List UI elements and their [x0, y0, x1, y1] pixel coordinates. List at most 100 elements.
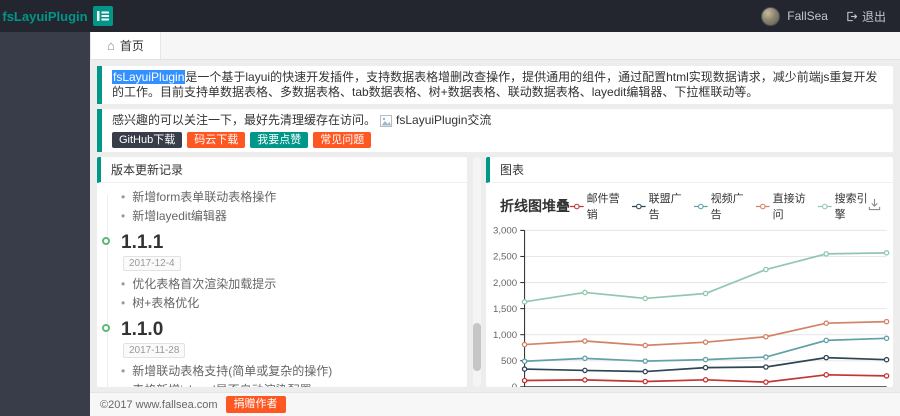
chart-legend: 邮件营销 联盟广告 视频广告 直接访问 搜索引擎	[570, 190, 868, 222]
legend-item[interactable]: 邮件营销	[570, 190, 620, 222]
data-point	[823, 354, 830, 361]
intro-text: 是一个基于layui的快速开发插件，支持数据表格增删改查操作，提供通用的组件，通…	[112, 70, 878, 99]
user-menu[interactable]: FallSea	[761, 6, 828, 26]
logout-button[interactable]: 退出	[846, 8, 886, 25]
scrollbar-track[interactable]	[473, 157, 481, 387]
data-point	[582, 367, 588, 374]
legend-marker-icon	[818, 203, 832, 209]
release-version: 1.1.0	[121, 319, 164, 340]
data-point	[883, 373, 890, 379]
data-point	[582, 377, 588, 383]
scrollbar-thumb[interactable]	[473, 322, 481, 371]
data-point	[763, 354, 769, 360]
release-notes-list: 优化表格首次渲染加载提示树+表格优化	[121, 276, 467, 311]
legend-item[interactable]: 直接访问	[756, 190, 806, 222]
page-content: fsLayuiPlugin是一个基于layui的快速开发插件，支持数据表格增删改…	[90, 60, 900, 392]
data-point	[702, 377, 709, 383]
donate-button[interactable]: 捐赠作者	[225, 396, 286, 413]
quick-button[interactable]: 码云下载	[187, 132, 246, 148]
data-point	[642, 378, 649, 385]
release-section: 1.1.0 2017-11-28 新增联动表格支持(简单或复杂的操作) 表格新增isL…	[102, 319, 467, 387]
legend-label: 搜索引擎	[834, 193, 868, 221]
broken-image-icon	[380, 114, 393, 127]
data-point	[823, 320, 830, 326]
data-point	[763, 364, 769, 370]
release-version: 1.1.1	[121, 232, 164, 253]
version-panel: 版本更新记录 新增form表单联动表格操作新增layedit编辑器 1.1.1 20…	[97, 157, 467, 387]
quick-button[interactable]: 常见问题	[313, 132, 372, 148]
chart-title: 折线图堆叠	[500, 198, 570, 214]
release-note: 树+表格优化	[121, 295, 467, 311]
top-header: fsLayuiPlugin FallSea 退出	[0, 0, 900, 32]
data-point	[702, 290, 709, 297]
data-point	[763, 379, 769, 385]
data-point	[521, 366, 528, 372]
data-point	[883, 356, 890, 363]
data-point	[702, 364, 709, 371]
data-point	[763, 333, 769, 340]
data-point	[823, 251, 830, 257]
version-timeline: 新增form表单联动表格操作新增layedit编辑器 1.1.1 2017-12-4…	[102, 189, 467, 387]
data-point	[702, 356, 709, 363]
release-notes-list: 新增联动表格支持(简单或复杂的操作)表格新增isLoad是否自动渲染配置升级la…	[121, 363, 467, 387]
release-note: 表格新增isLoad是否自动渲染配置	[121, 382, 467, 387]
timeline-dot-icon	[102, 324, 110, 332]
release-notes-list: 新增form表单联动表格操作新增layedit编辑器	[121, 189, 467, 224]
release-note: 优化表格首次渲染加载提示	[121, 276, 467, 292]
tab-bar: ⌂ 首页	[90, 31, 900, 60]
chart-panel: 图表 折线图堆叠 邮件营销 联盟广告 视频广告 直接访问 搜索引擎 500 1,…	[486, 157, 893, 387]
avatar[interactable]	[761, 6, 781, 26]
cards-row: 版本更新记录 新增form表单联动表格操作新增layedit编辑器 1.1.1 20…	[97, 157, 893, 387]
data-point	[582, 338, 588, 344]
release-section: 1.1.1 2017-12-4 优化表格首次渲染加载提示树+表格优化	[102, 232, 467, 311]
data-point	[521, 299, 528, 305]
download-icon[interactable]	[868, 198, 881, 214]
data-point	[642, 358, 649, 364]
data-point	[582, 289, 588, 296]
menu-toggle-icon	[97, 11, 109, 21]
legend-item[interactable]: 视频广告	[694, 190, 744, 222]
release-date-badge: 2017-12-4	[123, 256, 181, 271]
legend-label: 邮件营销	[586, 193, 620, 221]
chart-panel-title: 图表	[486, 157, 893, 183]
app-logo[interactable]: fsLayuiPlugin	[0, 9, 90, 24]
legend-item[interactable]: 联盟广告	[632, 190, 682, 222]
logout-label: 退出	[861, 9, 886, 24]
follow-text: 感兴趣的可以关注一下，最好先清理缓存在访问。	[112, 113, 377, 127]
menu-toggle-button[interactable]	[93, 6, 113, 26]
quick-button[interactable]: GitHub下载	[112, 132, 183, 148]
legend-marker-icon	[694, 203, 708, 209]
y-tick-label: 3,000	[493, 226, 517, 237]
timeline-dot-icon	[102, 237, 110, 245]
data-point	[702, 339, 709, 345]
legend-label: 直接访问	[772, 193, 806, 221]
data-point	[521, 377, 528, 384]
tab-home[interactable]: ⌂ 首页	[90, 31, 161, 59]
username[interactable]: FallSea	[787, 9, 828, 23]
data-point	[582, 355, 588, 362]
release-date-badge: 2017-11-28	[123, 343, 186, 358]
footer: ©2017 www.fallsea.com 捐赠作者	[90, 392, 900, 416]
legend-label: 视频广告	[710, 193, 744, 221]
data-point	[883, 250, 890, 256]
legend-marker-icon	[756, 203, 770, 209]
tab-home-label: 首页	[119, 38, 144, 53]
main-area: ⌂ 首页 fsLayuiPlugin是一个基于layui的快速开发插件，支持数据…	[90, 31, 900, 416]
quick-button[interactable]: 我要点赞	[250, 132, 309, 148]
legend-marker-icon	[570, 203, 584, 209]
release-note: 新增layedit编辑器	[121, 208, 467, 224]
data-point	[823, 372, 830, 378]
data-point	[763, 266, 769, 273]
release-note: 新增form表单联动表格操作	[121, 189, 467, 205]
legend-label: 联盟广告	[648, 193, 682, 221]
data-point	[642, 368, 649, 375]
y-tick-label: 1,000	[493, 330, 517, 341]
data-point	[642, 295, 649, 302]
home-icon: ⌂	[107, 37, 115, 53]
copyright: ©2017 www.fallsea.com	[100, 398, 218, 411]
follow-link[interactable]: fsLayuiPlugin交流	[396, 113, 491, 128]
legend-item[interactable]: 搜索引擎	[818, 190, 868, 222]
intro-highlight: fsLayuiPlugin	[112, 70, 186, 84]
follow-quote: 感兴趣的可以关注一下，最好先清理缓存在访问。 fsLayuiPlugin交流 G…	[97, 109, 893, 152]
follow-buttons: GitHub下载 码云下载 我要点赞 常见问题	[112, 132, 883, 148]
